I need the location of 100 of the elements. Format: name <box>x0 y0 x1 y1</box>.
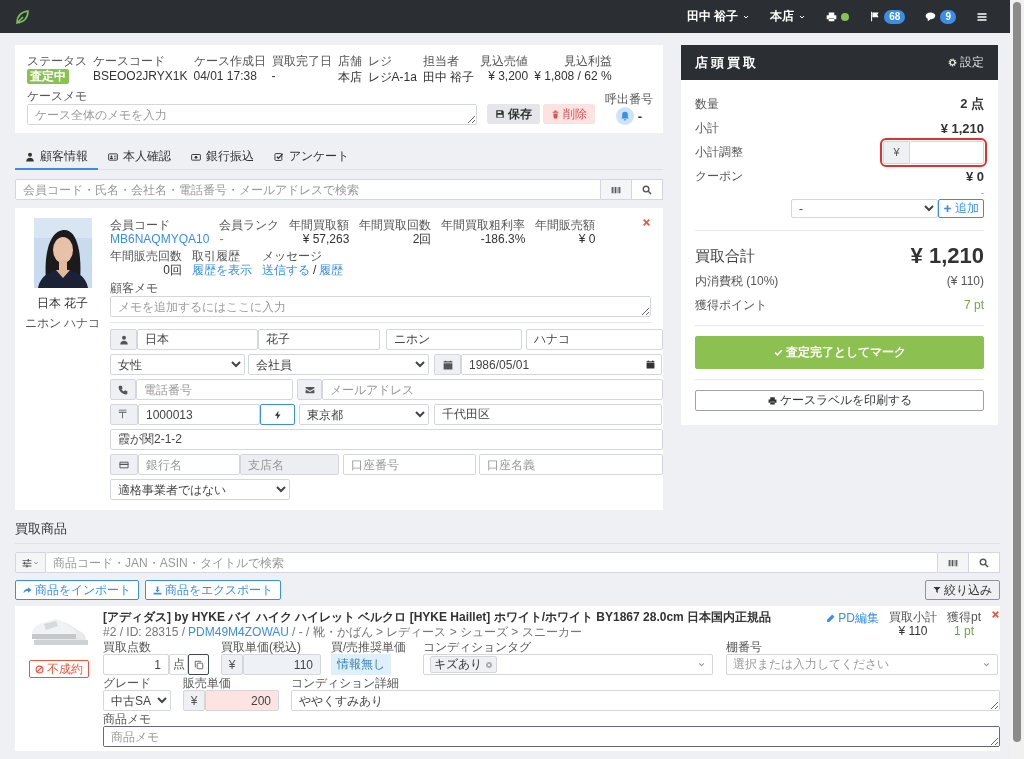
field-label: 年間買取額 <box>289 218 350 232</box>
field-label: ケース作成日 <box>193 54 266 68</box>
input-field[interactable]: 銀行名 <box>138 454 240 475</box>
input-field[interactable]: 日本 <box>137 329 258 350</box>
product-code-link[interactable]: PDM49M4ZOWAU <box>188 625 289 639</box>
memo-field[interactable]: 商品メモ <box>103 726 1000 747</box>
copy-button[interactable] <box>188 654 209 675</box>
options-button[interactable] <box>15 552 46 573</box>
field-label: 会員ランク <box>219 218 280 232</box>
member-code-link[interactable]: MB6NAQMYQA10 <box>110 232 210 247</box>
export-button[interactable]: 商品をエクスポート <box>145 580 281 600</box>
search-button[interactable] <box>969 552 1000 573</box>
close-icon[interactable] <box>642 218 651 227</box>
summary-value: ¥ 0 <box>965 168 984 184</box>
tab[interactable]: 本人確認 <box>98 145 181 170</box>
field-value: - <box>219 232 225 247</box>
field-value: - <box>271 69 277 83</box>
add-button[interactable]: 追加 <box>938 199 984 218</box>
envelope-icon <box>304 384 315 395</box>
field-value: 2回 <box>411 232 432 247</box>
bell-button[interactable] <box>615 107 634 125</box>
sliders-icon <box>22 557 32 568</box>
field-value: ¥ 0 <box>577 232 596 247</box>
search-field[interactable]: 商品コード・JAN・ASIN・タイトルで検索 <box>46 552 938 573</box>
input-field[interactable]: 花子 <box>258 329 380 350</box>
input-field[interactable]: ハナコ <box>526 329 663 350</box>
calendar-icon <box>646 360 655 369</box>
user-menu[interactable]: 田中 裕子 <box>686 6 751 27</box>
tag-select[interactable]: キズあり <box>423 654 713 675</box>
phone-icon <box>118 384 128 395</box>
dropdown[interactable]: 中古SA <box>103 690 171 711</box>
field-value: -186.3% <box>479 232 526 247</box>
person-icon <box>118 334 129 345</box>
scrollbar-thumb[interactable] <box>1013 2 1021 742</box>
input-field[interactable]: ニホン <box>386 329 522 350</box>
dropdown[interactable]: 適格事業者ではない <box>110 479 290 500</box>
dropdown[interactable]: 東京都 <box>299 404 429 425</box>
field-label: 見込売値 <box>480 54 529 68</box>
barcode-button[interactable] <box>938 552 969 573</box>
search-icon <box>979 557 989 568</box>
search-field[interactable]: 会員コード・氏名・会社名・電話番号・メールアドレスで検索 <box>15 179 601 200</box>
input-field[interactable]: 口座名義 <box>479 454 663 475</box>
import-button[interactable]: 商品をインポート <box>15 580 139 600</box>
field-value: 0回 <box>162 263 182 278</box>
link[interactable]: 送信する <box>262 263 310 278</box>
printer-icon <box>826 11 838 22</box>
link[interactable]: 履歴 <box>319 263 344 278</box>
input-field[interactable]: 霞が関2-1-2 <box>110 429 663 450</box>
ban-icon <box>35 664 44 674</box>
input-field[interactable]: 200 <box>205 690 279 711</box>
call-number: - <box>637 108 643 124</box>
id-card-icon <box>108 151 118 162</box>
section-title: 買取商品 <box>15 520 1000 544</box>
field-label: コンディションタグ <box>423 640 532 654</box>
settings-button[interactable]: 設定 <box>948 54 984 71</box>
tab[interactable]: 顧客情報 <box>15 145 98 170</box>
chevron-icon <box>697 660 706 669</box>
field-label: 店舗 <box>337 54 362 68</box>
store-menu[interactable]: 本店 <box>770 6 807 27</box>
input-field[interactable]: 口座番号 <box>343 454 476 475</box>
detail-field[interactable]: ややくすみあり <box>291 690 1000 711</box>
field-label: メッセージ <box>262 249 323 263</box>
coupon-dropdown[interactable]: - <box>791 199 938 218</box>
check-icon <box>773 348 783 357</box>
input-field[interactable]: 千代田区 <box>434 404 662 425</box>
input-field[interactable]: メールアドレス <box>322 379 663 400</box>
save-button[interactable]: 保存 <box>487 104 540 124</box>
field-label: コンディション詳細 <box>291 676 400 690</box>
barcode-button[interactable] <box>601 179 632 200</box>
summary-value: ¥ 1,210 <box>940 120 984 136</box>
lookup-button[interactable] <box>260 404 295 425</box>
printer-icon <box>767 396 777 405</box>
field-label: 棚番号 <box>726 640 763 654</box>
field-label: 買取小計 <box>889 610 937 624</box>
status-button[interactable]: 不成約 <box>29 660 89 678</box>
dropdown[interactable]: 女性 <box>110 354 245 375</box>
field-value: ¥ 3,200 <box>487 69 529 83</box>
input-field[interactable]: 支店名 <box>240 454 339 475</box>
info-badge: 情報無し <box>331 654 391 675</box>
tab[interactable]: 銀行振込 <box>181 145 264 170</box>
field-label: 取引履歴 <box>192 249 241 263</box>
input-field[interactable]: 電話番号 <box>136 379 293 400</box>
field-value: ¥ 57,263 <box>301 232 350 247</box>
tab[interactable]: アンケート <box>264 145 359 170</box>
link[interactable]: 履歴を表示 <box>192 263 252 278</box>
trash-icon <box>551 109 560 119</box>
dropdown[interactable]: 会社員 <box>248 354 429 375</box>
field-label: 商品メモ <box>103 712 152 726</box>
close-icon[interactable] <box>991 610 1000 619</box>
input-field[interactable]: 110 <box>243 654 321 675</box>
summary-label: 小計 <box>695 119 719 137</box>
input-field[interactable]: 1 <box>103 654 169 675</box>
filter-button[interactable]: 絞り込み <box>925 580 1000 600</box>
date-field[interactable]: 1986/05/01 <box>461 354 662 375</box>
search-button[interactable] <box>632 179 663 200</box>
summary-label: 内消費税 (10%) <box>695 272 779 290</box>
input-field[interactable]: 1000013 <box>138 404 260 425</box>
edit-link[interactable]: PD編集 <box>826 610 879 627</box>
print-button[interactable]: ケースラベルを印刷する <box>695 390 984 411</box>
product-meta: #2 / ID: 28315 / <box>103 625 186 639</box>
